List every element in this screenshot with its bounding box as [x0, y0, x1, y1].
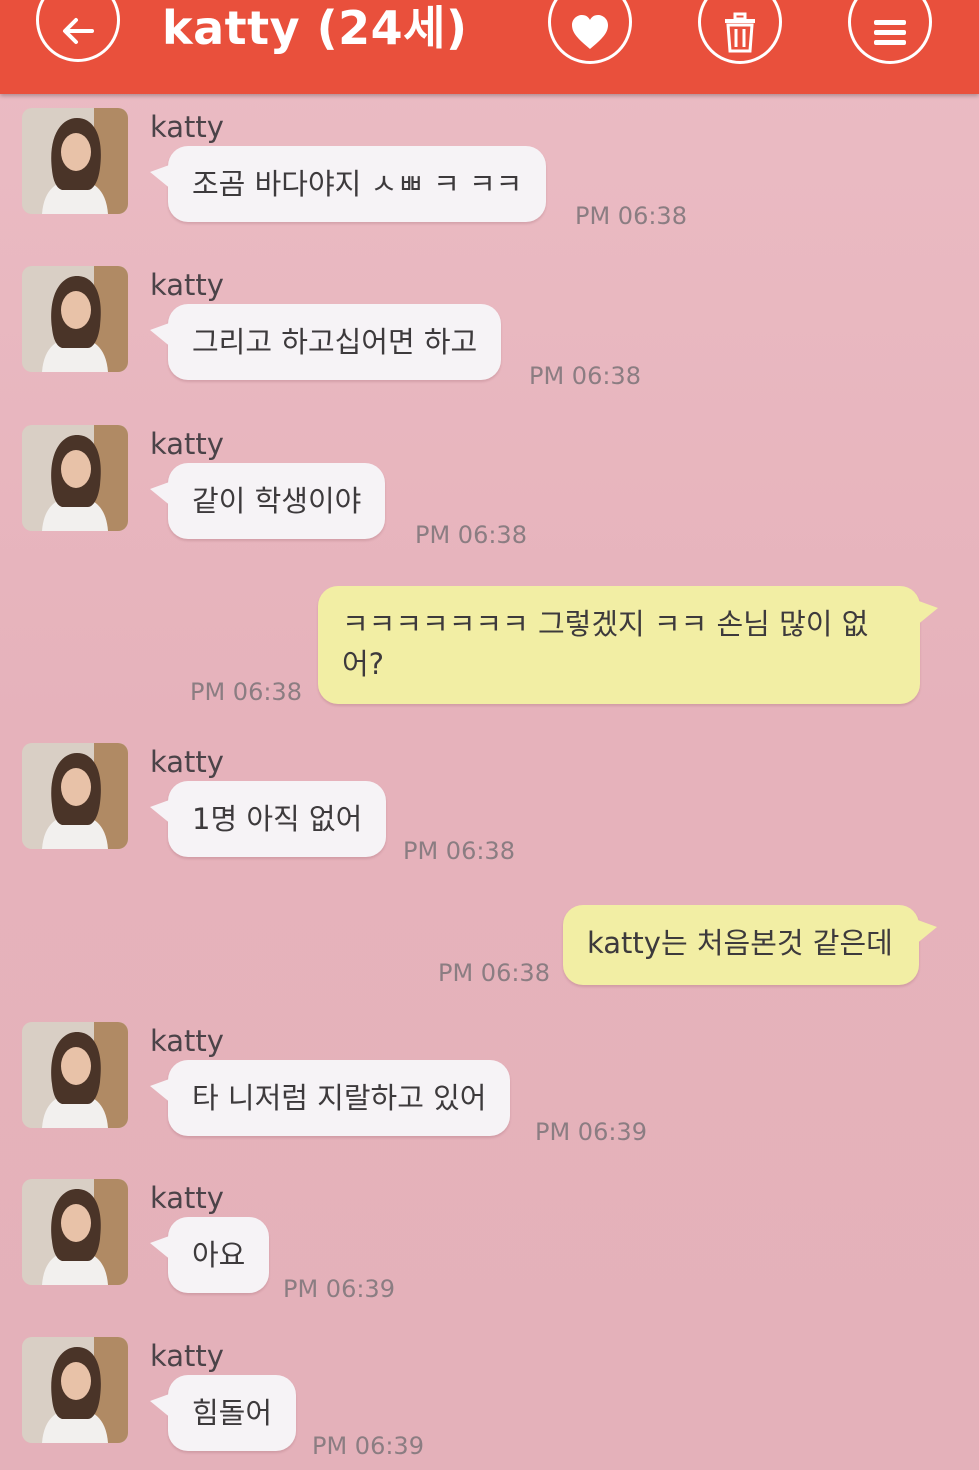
avatar[interactable]	[22, 266, 128, 372]
avatar[interactable]	[22, 108, 128, 214]
sender-name: katty	[150, 1339, 224, 1373]
incoming-message-bubble[interactable]: 1명 아직 없어	[149, 781, 387, 857]
sender-name: katty	[150, 427, 224, 461]
menu-button[interactable]	[848, 0, 932, 64]
profile-photo-icon	[22, 1022, 128, 1128]
incoming-message-bubble[interactable]: 힘돌어	[149, 1375, 297, 1451]
profile-photo-icon	[22, 1179, 128, 1285]
outgoing-message-bubble[interactable]: ㅋㅋㅋㅋㅋㅋㅋ 그렇겠지 ㅋㅋ 손님 많이 없어?	[318, 586, 938, 704]
heart-icon	[572, 15, 608, 49]
chat-header: katty (24세)	[0, 0, 979, 94]
chat-screen: katty (24세) katty 조곰 바다야지 ㅅㅃ ㅋ ㅋㅋ PM 06:…	[0, 0, 979, 1470]
message-time: PM 06:38	[403, 837, 515, 865]
message-time: PM 06:39	[535, 1118, 647, 1146]
profile-photo-icon	[22, 1337, 128, 1443]
like-button[interactable]	[548, 0, 632, 64]
sender-name: katty	[150, 1024, 224, 1058]
avatar[interactable]	[22, 425, 128, 531]
sender-name: katty	[150, 110, 224, 144]
avatar[interactable]	[22, 743, 128, 849]
menu-icon	[874, 20, 906, 45]
message-time: PM 06:39	[283, 1275, 395, 1303]
profile-photo-icon	[22, 108, 128, 214]
sender-name: katty	[150, 268, 224, 302]
message-time: PM 06:38	[190, 678, 302, 706]
avatar[interactable]	[22, 1179, 128, 1285]
message-time: PM 06:38	[415, 521, 527, 549]
message-time: PM 06:38	[529, 362, 641, 390]
outgoing-message-bubble[interactable]: katty는 처음본것 같은데	[563, 905, 937, 985]
back-button[interactable]	[36, 0, 120, 62]
incoming-message-bubble[interactable]: 조곰 바다야지 ㅅㅃ ㅋ ㅋㅋ	[149, 146, 547, 222]
sender-name: katty	[150, 1181, 224, 1215]
incoming-message-bubble[interactable]: 그리고 하고십어면 하고	[149, 304, 502, 380]
message-time: PM 06:39	[312, 1432, 424, 1460]
profile-photo-icon	[22, 425, 128, 531]
message-time: PM 06:38	[438, 959, 550, 987]
incoming-message-bubble[interactable]: 타 니저럼 지랄하고 있어	[149, 1060, 511, 1136]
message-time: PM 06:38	[575, 202, 687, 230]
trash-icon	[725, 12, 755, 53]
profile-photo-icon	[22, 266, 128, 372]
delete-button[interactable]	[698, 0, 782, 64]
profile-photo-icon	[22, 743, 128, 849]
incoming-message-bubble[interactable]: 아요	[149, 1217, 270, 1293]
avatar[interactable]	[22, 1337, 128, 1443]
sender-name: katty	[150, 745, 224, 779]
chat-title: katty (24세)	[162, 1, 468, 55]
incoming-message-bubble[interactable]: 같이 학생이야	[149, 463, 386, 539]
avatar[interactable]	[22, 1022, 128, 1128]
back-arrow-icon	[63, 18, 94, 44]
